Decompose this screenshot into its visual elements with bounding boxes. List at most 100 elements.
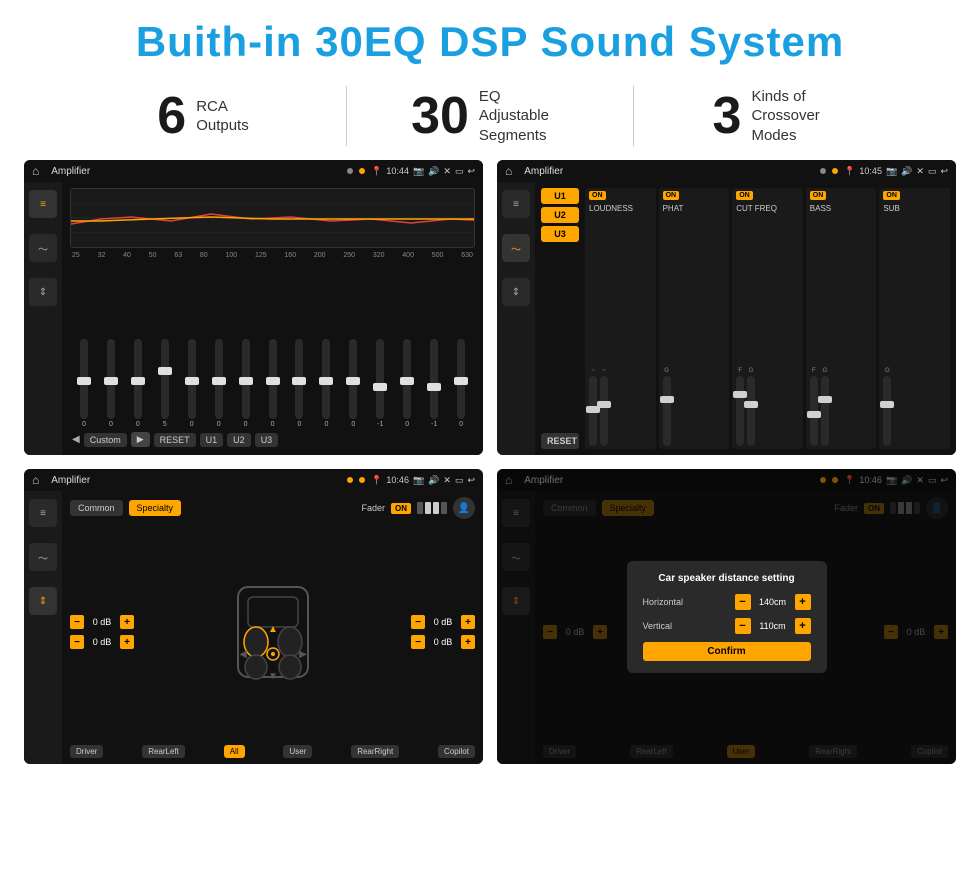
crossover-status-icons: 📍 10:45 📷 🔊 ✕ ▭ ↩ [844,166,948,177]
eq-slider-12: -1 [368,339,392,428]
stat-eq-num: 30 [411,90,469,142]
eq-slider-7: 0 [234,339,258,428]
crossover-sidebar: ≡ 〜 ⇕ [497,182,535,455]
vol-fl-val: 0 dB [87,617,117,627]
tab-common[interactable]: Common [70,500,123,516]
vol-rr-minus[interactable]: − [411,635,425,649]
fader-row: Fader ON [361,502,447,514]
status-dot-1 [347,168,353,174]
eq-graph [70,188,475,248]
eq-slider-13: 0 [395,339,419,428]
btn-rearright[interactable]: RearRight [351,745,399,758]
fader-bar-2 [425,502,431,514]
u1-btn[interactable]: U1 [200,433,224,447]
fader-bar-1 [417,502,423,514]
vol-fl-minus[interactable]: − [70,615,84,629]
sidebar-wave-btn-3[interactable]: 〜 [29,543,57,571]
vol-fr-minus[interactable]: − [411,615,425,629]
speaker-footer: Driver RearLeft All User RearRight Copil… [70,745,475,758]
reset-btn[interactable]: RESET [154,433,196,447]
fader-on-badge: ON [391,503,411,514]
vertical-label: Vertical [643,621,673,631]
btn-copilot[interactable]: Copilot [438,745,475,758]
crossover-app-title: Amplifier [524,166,814,177]
eq-main: 25 32 40 50 63 80 100 125 160 200 250 32… [62,182,483,455]
eq-time: 10:44 [386,166,409,176]
u2-btn[interactable]: U2 [227,433,251,447]
sidebar-wave-btn[interactable]: 〜 [29,234,57,262]
eq-slider-6: 0 [207,339,231,428]
volume-icon-3: 🔊 [428,475,439,486]
home-icon-3: ⌂ [32,473,39,487]
vol-rr-val: 0 dB [428,637,458,647]
vol-rl-plus[interactable]: + [120,635,134,649]
fader-label: Fader [361,503,385,513]
sidebar-eq-btn[interactable]: ≡ [29,190,57,218]
preset-u2[interactable]: U2 [541,207,579,223]
cutfreq-sliders: F G [736,213,799,446]
sidebar-eq-btn-2[interactable]: ≡ [502,190,530,218]
vertical-minus-btn[interactable]: − [735,618,751,634]
camera-icon: 📷 [413,166,424,177]
horizontal-plus-btn[interactable]: + [795,594,811,610]
sidebar-wave-btn-2[interactable]: 〜 [502,234,530,262]
right-controls: − 0 dB + − 0 dB + [411,615,475,649]
preset-u3[interactable]: U3 [541,226,579,242]
dialog-vertical-row: Vertical − 110cm + [643,618,811,634]
stat-eq-text: EQ AdjustableSegments [479,87,569,146]
speaker-tabs: Common Specialty Fader ON 👤 [70,497,475,519]
preset-u1[interactable]: U1 [541,188,579,204]
stat-rca-text: RCAOutputs [196,97,249,136]
phat-on-badge: ON [663,191,680,200]
bass-label: BASS [810,204,873,213]
vol-rr-plus[interactable]: + [461,635,475,649]
back-icon-2: ↩ [940,166,948,177]
stat-rca: 6 RCAOutputs [60,90,346,142]
stat-rca-num: 6 [157,90,186,142]
fader-bar-3 [433,502,439,514]
status-dot-2 [359,168,365,174]
window-icon-3: ▭ [455,475,464,486]
btn-all[interactable]: All [224,745,245,758]
eq-footer: ◀ Custom ▶ RESET U1 U2 U3 [70,428,475,449]
crossover-presets: U1 U2 U3 RESET [541,188,579,449]
btn-driver[interactable]: Driver [70,745,103,758]
prev-icon[interactable]: ◀ [72,434,80,445]
eq-slider-8: 0 [261,339,285,428]
svg-text:◀: ◀ [239,649,247,660]
fader-bar-4 [441,502,447,514]
vol-rr: − 0 dB + [411,635,475,649]
vol-rl-minus[interactable]: − [70,635,84,649]
btn-user[interactable]: User [283,745,312,758]
vertical-plus-btn[interactable]: + [795,618,811,634]
eq-curve-svg [71,189,474,247]
u3-btn[interactable]: U3 [255,433,279,447]
btn-rearleft[interactable]: RearLeft [142,745,185,758]
panel-bass: ON BASS F G [806,188,877,449]
vol-fl-plus[interactable]: + [120,615,134,629]
distance-dialog: Car speaker distance setting Horizontal … [627,561,827,673]
vol-fr-plus[interactable]: + [461,615,475,629]
horizontal-label: Horizontal [643,597,684,607]
confirm-button[interactable]: Confirm [643,642,811,661]
crossover-reset-btn[interactable]: RESET [541,433,579,449]
pin-icon-3: 📍 [371,475,382,486]
play-btn[interactable]: ▶ [131,432,150,447]
sidebar-eq-btn-3[interactable]: ≡ [29,499,57,527]
sidebar-arrows-btn[interactable]: ⇕ [29,278,57,306]
horizontal-control: − 140cm + [735,594,811,610]
eq-slider-15: 0 [449,339,473,428]
status-dot-6 [359,477,365,483]
x-icon-2: ✕ [916,166,924,177]
x-icon: ✕ [443,166,451,177]
sidebar-arrows-btn-3[interactable]: ⇕ [29,587,57,615]
crossover-status-bar: ⌂ Amplifier 📍 10:45 📷 🔊 ✕ ▭ ↩ [497,160,956,182]
svg-text:▼: ▼ [268,671,278,682]
fader-bars [417,502,447,514]
tab-specialty[interactable]: Specialty [129,500,182,516]
sidebar-arrows-btn-2[interactable]: ⇕ [502,278,530,306]
horizontal-minus-btn[interactable]: − [735,594,751,610]
loudness-sliders: ~ ~ [589,213,652,446]
eq-slider-11: 0 [341,339,365,428]
profile-icon[interactable]: 👤 [453,497,475,519]
